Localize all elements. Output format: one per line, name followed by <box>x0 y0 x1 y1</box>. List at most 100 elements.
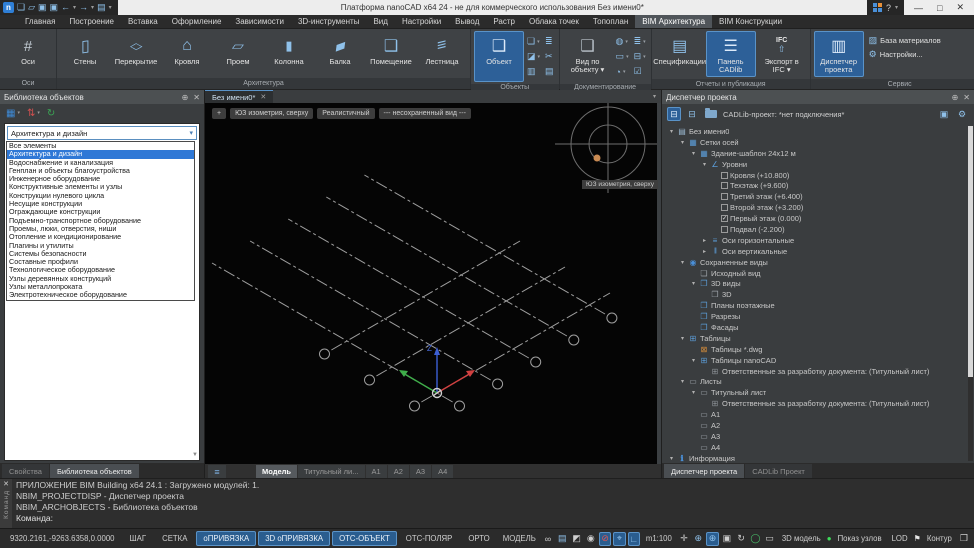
sheet-tab[interactable]: A3 <box>410 465 431 478</box>
object-list-icon[interactable]: ▥ <box>527 64 540 79</box>
tree-item[interactable]: Здание-шаблон 24x12 м <box>666 148 966 159</box>
status-toggle-button[interactable]: ШАГ <box>123 531 154 546</box>
tree-item[interactable]: Таблицы <box>666 333 966 344</box>
tree-item[interactable]: Разрезы <box>666 311 966 322</box>
tree-item[interactable]: Ответственные за разработку документа: (… <box>666 398 966 409</box>
tree-item[interactable]: Титульный лист <box>666 387 966 398</box>
architecture-tool-button[interactable]: Перекрытие <box>111 31 161 76</box>
model-canvas[interactable]: Z + ЮЗ изометрия, сверху <box>205 103 661 464</box>
restore-button[interactable]: □ <box>937 3 942 13</box>
tree-item[interactable]: Ответственные за разработку документа: (… <box>666 366 966 377</box>
pin-icon[interactable]: ⊕ <box>952 93 959 102</box>
tree-item[interactable]: Уровни <box>666 159 966 170</box>
save-as-icon[interactable]: ▣ <box>50 2 59 13</box>
gear-icon[interactable]: ⚙ <box>955 107 969 121</box>
expander-icon[interactable] <box>690 389 697 396</box>
tree-item[interactable]: Таблицы nanoCAD <box>666 355 966 366</box>
close-icon[interactable]: ✕ <box>963 93 970 102</box>
object-button[interactable]: Объект <box>474 31 524 82</box>
dropdown-option[interactable]: Составные профили <box>7 258 194 266</box>
dropdown-option[interactable]: Конструктивные элементы и узлы <box>7 183 194 191</box>
object-copy-icon[interactable]: ≣ <box>545 34 554 49</box>
close-button[interactable]: ✕ <box>956 2 964 13</box>
project-info-icon[interactable]: ⊟ <box>685 107 699 121</box>
tree-item[interactable]: Кровля (+10.800) <box>666 170 966 181</box>
model-space-button[interactable]: МОДЕЛЬ <box>499 532 540 545</box>
dropdown-option[interactable]: Узлы металлопроката <box>7 283 194 291</box>
tree-item[interactable]: Сохраненные виды <box>666 257 966 268</box>
axes-button[interactable]: Оси <box>3 31 53 76</box>
canvas-scrollbar[interactable] <box>657 103 661 464</box>
tree-item[interactable]: Без имени0 <box>666 126 966 137</box>
panel-tab[interactable]: Диспетчер проекта <box>664 464 744 478</box>
plugins-icon[interactable] <box>873 3 882 12</box>
project-structure-icon[interactable]: ⊟ <box>667 107 681 121</box>
tab-list-dropdown-icon[interactable]: ▾ <box>648 90 661 103</box>
dropdown-option[interactable]: Проемы, люки, отверстия, ниши <box>7 225 194 233</box>
sheet-tab[interactable]: A2 <box>388 465 409 478</box>
dropdown-option[interactable]: Технологическое оборудование <box>7 266 194 274</box>
dropdown-option[interactable]: Отопление и кондиционирование <box>7 233 194 241</box>
tree-item[interactable]: Техэтаж (+9.600) <box>666 180 966 191</box>
save-icon[interactable]: ▣ <box>38 2 47 13</box>
close-icon[interactable]: ✕ <box>193 93 200 102</box>
tree-item[interactable]: A2 <box>666 420 966 431</box>
cursor-snap-icon[interactable]: ⌖ <box>613 532 625 546</box>
specifications-button[interactable]: Спецификации <box>655 31 705 77</box>
fullscreen-icon[interactable]: ❒ <box>958 532 970 546</box>
command-prompt[interactable]: Команда: <box>16 513 970 524</box>
architecture-tool-button[interactable]: Проем <box>213 31 263 76</box>
tree-item[interactable]: A4 <box>666 442 966 453</box>
tree-item[interactable]: Подвал (-2.200) <box>666 224 966 235</box>
architecture-tool-button[interactable]: Помещение <box>366 31 416 76</box>
expander-icon[interactable] <box>679 259 686 266</box>
dropdown-option[interactable]: Несущие конструкции <box>7 200 194 208</box>
panel-tab[interactable]: Библиотека объектов <box>50 464 139 478</box>
library-view-icon[interactable]: ▦ <box>6 108 15 119</box>
expander-icon[interactable] <box>668 128 675 135</box>
visibility-checkbox[interactable] <box>721 182 728 189</box>
viewport-control-chip[interactable]: --- несохраненный вид --- <box>379 108 471 119</box>
qat-customize-icon[interactable]: ▾ <box>109 4 112 11</box>
visibility-checkbox[interactable] <box>721 204 728 211</box>
architecture-tool-button[interactable]: Колонна <box>264 31 314 76</box>
dropdown-option[interactable]: Архитектура и дизайн <box>7 150 194 158</box>
zoom-icon[interactable]: ⊕ <box>692 532 704 546</box>
open-folder-icon[interactable]: ▱ <box>28 2 35 13</box>
library-sort-icon[interactable]: ⇅ <box>27 108 35 119</box>
expander-icon[interactable] <box>690 150 697 157</box>
dropdown-option[interactable]: Водоснабжение и канализация <box>7 159 194 167</box>
ribbon-tab[interactable]: BIM Конструкции <box>712 15 789 28</box>
expander-icon[interactable] <box>690 280 697 287</box>
architecture-tool-button[interactable]: Балка <box>315 31 365 76</box>
tree-item[interactable]: Исходный вид <box>666 268 966 279</box>
library-sort-dropdown-icon[interactable]: ▾ <box>37 110 40 116</box>
tree-item[interactable]: Таблицы *.dwg <box>666 344 966 355</box>
architecture-tool-button[interactable]: Кровля <box>162 31 212 76</box>
dropdown-option[interactable]: Генплан и объекты благоустройства <box>7 167 194 175</box>
ribbon-tab[interactable]: Построение <box>62 15 121 28</box>
scale-button[interactable]: m1:100 <box>642 532 676 545</box>
dropdown-option[interactable]: Конструкции нулевого цикла <box>7 192 194 200</box>
dropdown-option[interactable]: Все элементы <box>7 142 194 150</box>
sheet-tab[interactable]: A4 <box>432 465 453 478</box>
nanocad-logo-icon[interactable]: n <box>3 2 14 13</box>
visibility-checkbox[interactable] <box>721 226 728 233</box>
viewport-control-chip[interactable]: + <box>212 108 226 119</box>
ribbon-tab[interactable]: Зависимости <box>228 15 291 28</box>
document-tab[interactable]: Без имени0* ✕ <box>205 90 273 103</box>
redo-icon[interactable]: → <box>79 2 88 13</box>
ribbon-tab[interactable]: Вывод <box>448 15 486 28</box>
lightbulb-icon[interactable]: ◉ <box>585 532 597 546</box>
category-combobox[interactable]: Архитектура и дизайн ▾ <box>7 126 197 140</box>
close-icon[interactable]: ✕ <box>3 480 9 488</box>
plot-icon[interactable]: ▤ <box>556 532 568 546</box>
doc-list-icon[interactable]: ≣▾ <box>634 34 646 49</box>
open-project-folder-icon[interactable] <box>705 110 717 118</box>
locate-icon[interactable]: ◯ <box>749 532 761 546</box>
materials-base-button[interactable]: ▨База материалов <box>869 35 941 46</box>
redo-dropdown-icon[interactable]: ▾ <box>91 4 94 11</box>
command-history[interactable]: ПРИЛОЖЕНИЕ BIM Building x64 24.1 : Загру… <box>12 479 974 528</box>
visibility-checkbox[interactable] <box>721 172 728 179</box>
minimize-button[interactable]: — <box>914 3 923 13</box>
